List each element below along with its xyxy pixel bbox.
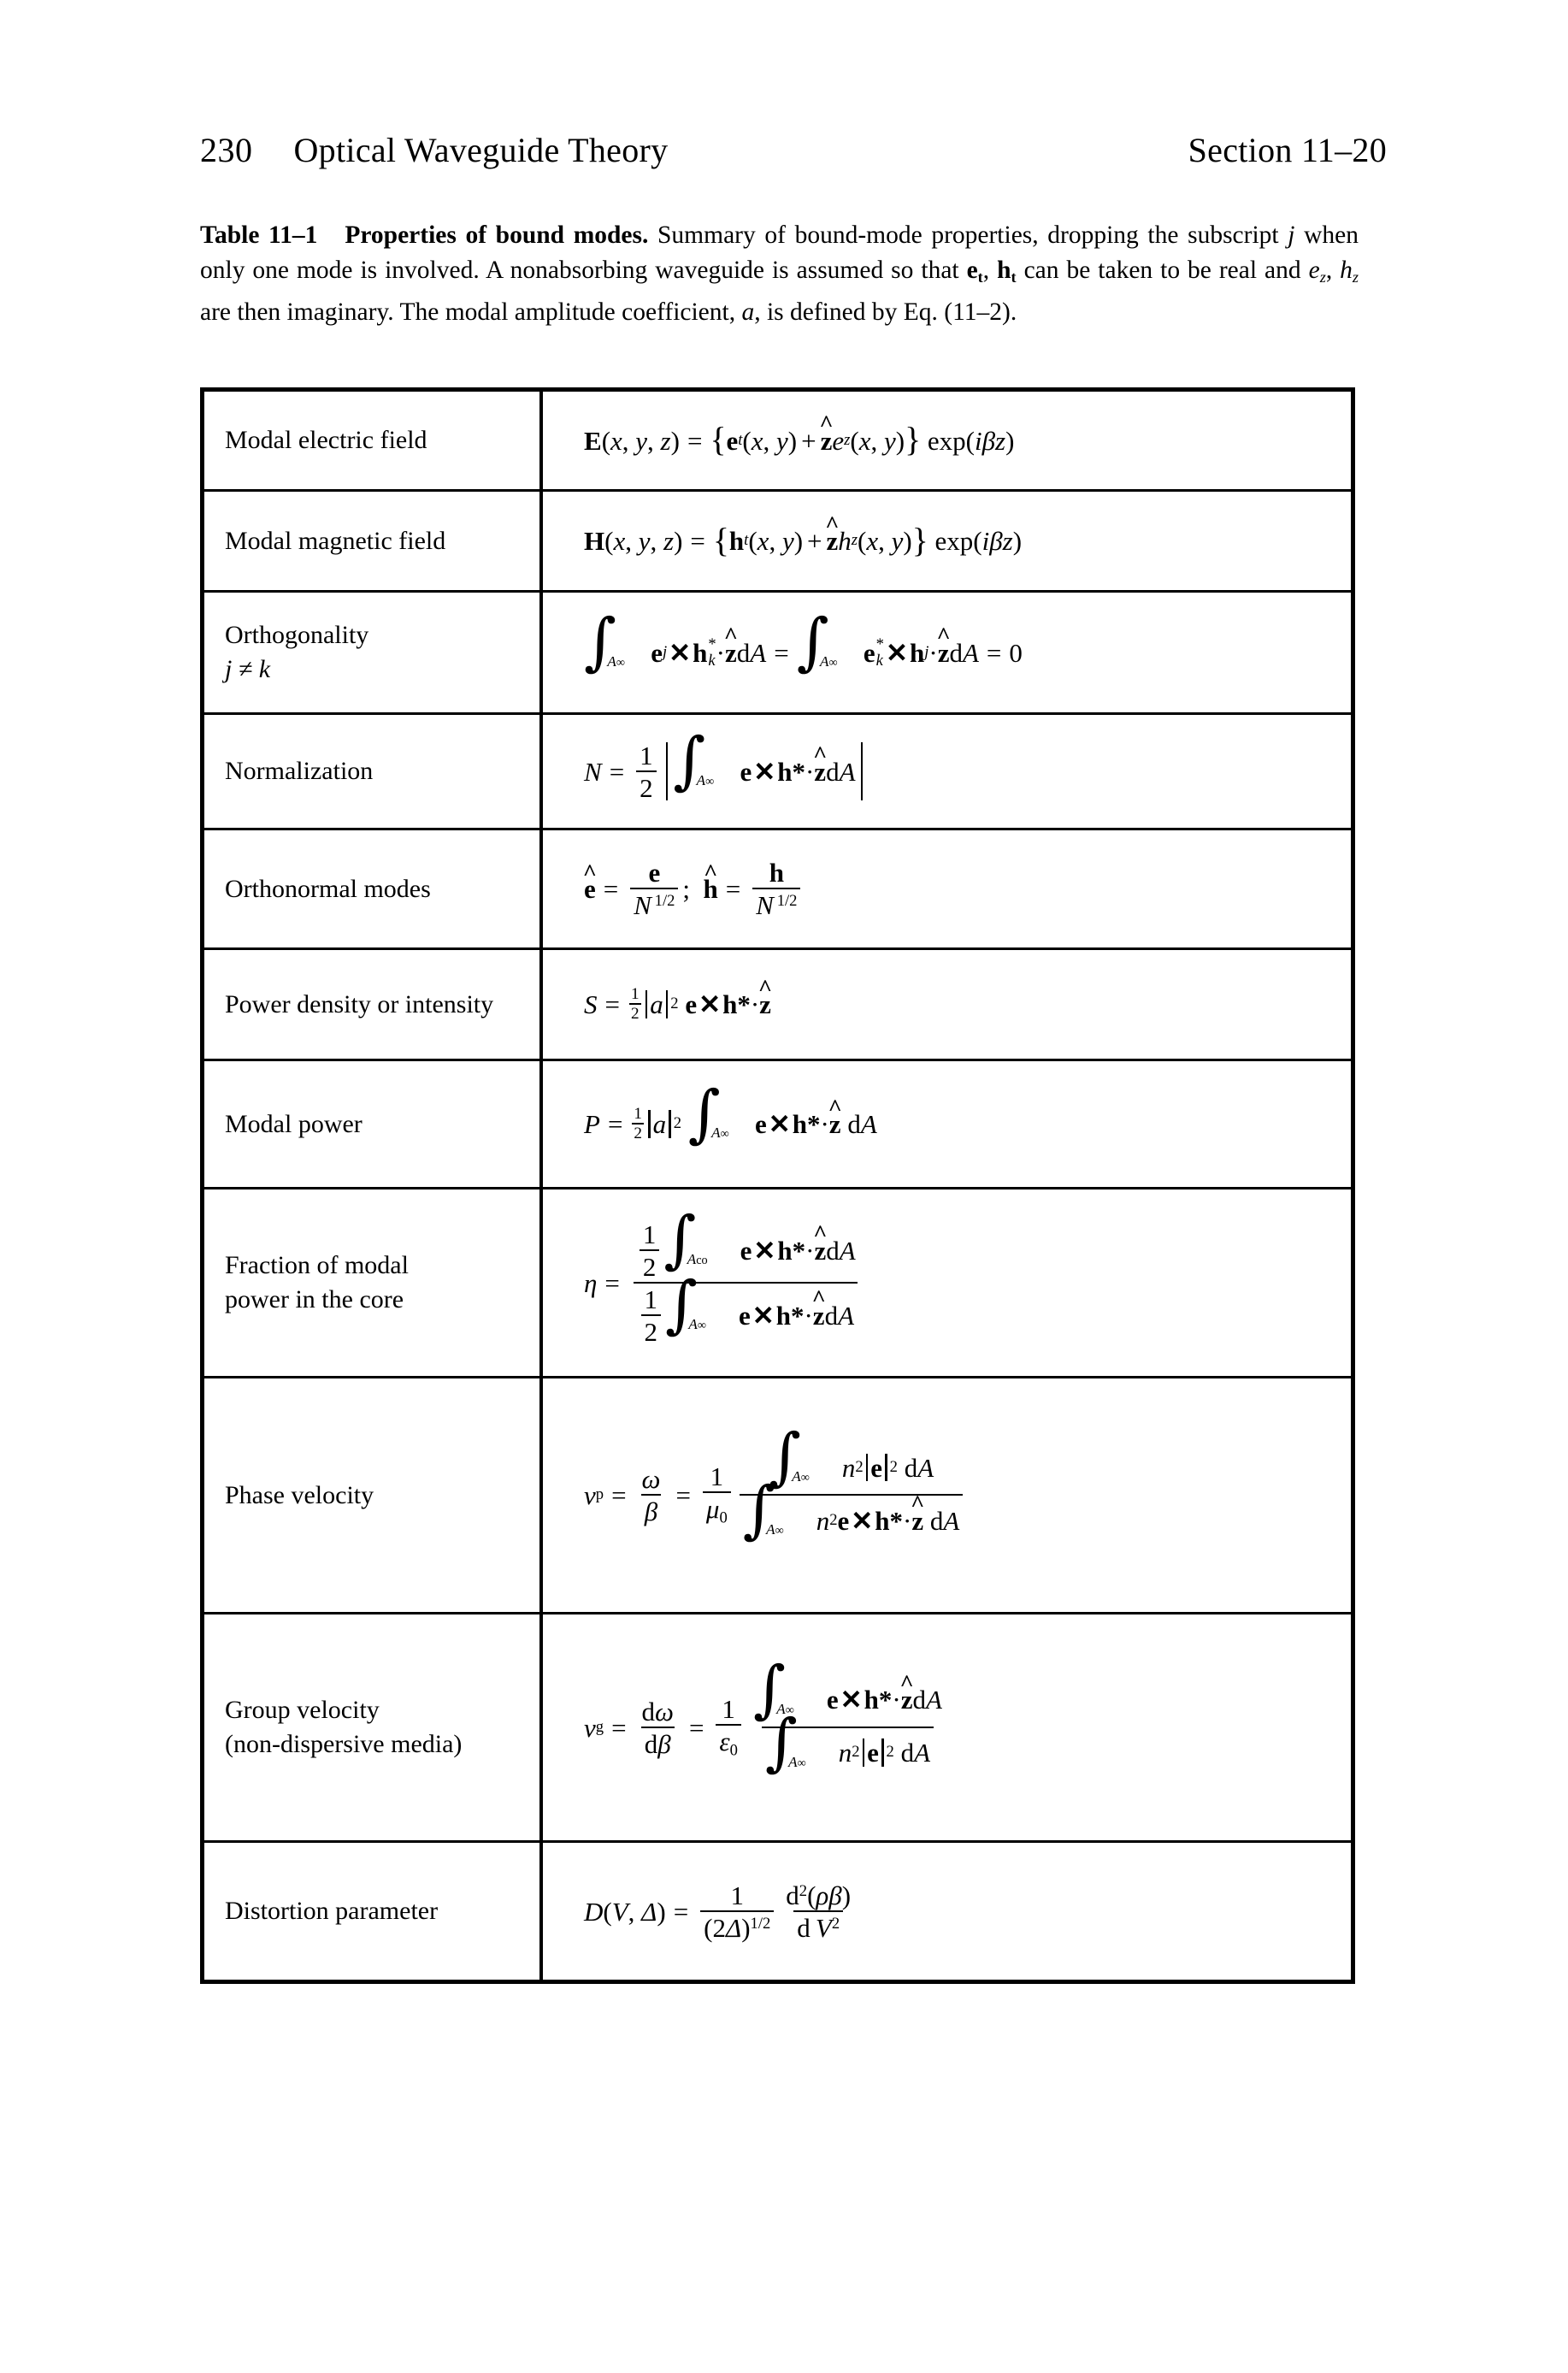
- running-head-left: 230 Optical Waveguide Theory: [200, 130, 668, 170]
- row-formula-cell: ^ e = e N 1/2; ^ h = h N 1/2: [543, 830, 1351, 947]
- caption-comma-2: ,: [1325, 257, 1333, 284]
- row-formula-cell: η = 1 2 ∫ Aco e ✕ h* · ^ z d A 1 2 ∫ A∞ e ✕ h* · ^ z d A: [543, 1189, 1351, 1376]
- row-label-cell: Orthogonality j ≠ k: [204, 593, 543, 712]
- caption-symbol-hz: hz: [1340, 257, 1359, 286]
- row-label: Modal power: [225, 1109, 363, 1138]
- document-page: 230 Optical Waveguide Theory Section 11–…: [0, 0, 1568, 2373]
- formula-modal-magnetic-field: H(x, y, z) ={h t(x, y) + ^ z h z(x, y)} exp(iβz…: [584, 511, 1023, 559]
- page-number: 230: [200, 131, 253, 169]
- row-formula-cell: v p = ω β = 1 μ0 ∫ A∞ n2e2 dA ∫ A∞ n 2 e ✕ h* · ^ z dA: [543, 1378, 1351, 1612]
- row-formula-cell: S = 1 2 a 2 e ✕ h* · ^ z: [543, 950, 1351, 1059]
- row-formula-cell: E(x, y, z) ={e t(x, y) + ^ z e z(x, y)} exp(iβz…: [543, 392, 1351, 489]
- row-label-cell: Modal electric field: [204, 392, 543, 489]
- caption-symbol-ez: ez: [1308, 257, 1326, 286]
- row-label-cell: Modal magnetic field: [204, 492, 543, 590]
- row-label-cell: Distortion parameter: [204, 1843, 543, 1980]
- row-label-line2: (non-dispersive media): [225, 1730, 463, 1758]
- formula-orthonormal-modes: ^ e = e N 1/2; ^ h = h N 1/2: [583, 859, 805, 918]
- table-row: Distortion parameter D(V, Δ) = 1 (2Δ)1/2 d…: [204, 1843, 1351, 1980]
- formula-normalization: N = 1 2 ∫ A∞ e ✕ h* · ^ z d A: [584, 729, 868, 801]
- table-row: Orthonormal modes ^ e = e N 1/2; ^ h = h N 1/2: [204, 830, 1351, 950]
- row-formula-cell: ∫ A∞ e j ✕ h * k · ^ z d A = ∫ A∞ e * k ✕ h j · ^ z d A = 0: [543, 593, 1351, 712]
- section-reference: Section 11–20: [1188, 131, 1387, 169]
- formula-modal-power: P = 1 2 a 2 ∫ A∞ e ✕ h* · ^ z dA: [584, 1077, 877, 1150]
- row-label-cell: Normalization: [204, 715, 543, 828]
- caption-text-1: Summary of bound-mode properties, droppi…: [657, 221, 1279, 249]
- caption-symbol-ht: ht: [997, 257, 1017, 286]
- row-formula-cell: D(V, Δ) = 1 (2Δ)1/2 d2(ρβ) d V2: [543, 1843, 1351, 1980]
- row-label-line2: power in the core: [225, 1285, 404, 1313]
- table-row: Power density or intensity S = 1 2 a 2 e ✕ h* · ^…: [204, 950, 1351, 1061]
- formula-group-velocity: v g = dω dβ = 1 ε0 ∫ A∞ e ✕ h* · ^ z d A ∫ A∞ n2e2 dA: [584, 1652, 942, 1779]
- row-label: Power density or intensity: [225, 989, 494, 1018]
- row-label-cell: Orthonormal modes: [204, 830, 543, 947]
- row-label-cell: Fraction of modal power in the core: [204, 1189, 543, 1376]
- row-label-line2: j ≠ k: [225, 655, 271, 683]
- row-label: Orthogonality: [225, 621, 369, 649]
- table-row: Group velocity (non-dispersive media) vg…: [204, 1614, 1351, 1843]
- row-label: Normalization: [225, 757, 374, 785]
- row-formula-cell: N = 1 2 ∫ A∞ e ✕ h* · ^ z d A: [543, 715, 1351, 828]
- row-label-cell: Phase velocity: [204, 1378, 543, 1612]
- caption-table-title: Properties of bound modes.: [345, 221, 649, 249]
- book-title: Optical Waveguide Theory: [293, 131, 669, 169]
- row-label-cell: Group velocity (non-dispersive media): [204, 1614, 543, 1840]
- caption-text-3: can be taken to be real and: [1023, 257, 1301, 284]
- running-head: 230 Optical Waveguide Theory Section 11–…: [200, 130, 1397, 170]
- caption-italic-a: a: [741, 298, 755, 327]
- row-formula-cell: P = 1 2 a 2 ∫ A∞ e ✕ h* · ^ z dA: [543, 1061, 1351, 1187]
- row-label: Modal magnetic field: [225, 526, 446, 555]
- row-label-cell: Power density or intensity: [204, 950, 543, 1059]
- caption-italic-j: j: [1288, 221, 1295, 249]
- table-row: Orthogonality j ≠ k ∫ A∞ e j ✕ h * k · ^ z d A = ∫ A∞ …: [204, 593, 1351, 715]
- row-formula-cell: H(x, y, z) ={h t(x, y) + ^ z h z(x, y)} exp(iβz…: [543, 492, 1351, 590]
- formula-modal-electric-field: E(x, y, z) ={e t(x, y) + ^ z e z(x, y)} exp(iβz…: [584, 410, 1015, 459]
- row-label: Modal electric field: [225, 426, 427, 454]
- formula-power-density: S = 1 2 a 2 e ✕ h* · ^ z: [584, 974, 773, 1023]
- formula-orthogonality: ∫ A∞ e j ✕ h * k · ^ z d A = ∫ A∞ e * k ✕ h j · ^ z d A = 0: [584, 605, 1023, 679]
- formula-distortion-parameter: D(V, Δ) = 1 (2Δ)1/2 d2(ρβ) d V2: [584, 1880, 852, 1943]
- table-row: Modal magnetic field H(x, y, z) ={h t(x, y…: [204, 492, 1351, 593]
- row-label: Phase velocity: [225, 1480, 374, 1509]
- table-row: Fraction of modal power in the core η = 1…: [204, 1189, 1351, 1378]
- formula-fraction-modal-power: η = 1 2 ∫ Aco e ✕ h* · ^ z d A 1 2 ∫ A∞ e ✕ h* · ^ z d A: [584, 1208, 864, 1345]
- formula-phase-velocity: v p = ω β = 1 μ0 ∫ A∞ n2e2 dA ∫ A∞ n 2 e ✕ h* · ^ z dA: [584, 1426, 967, 1545]
- row-label: Group velocity: [225, 1696, 380, 1724]
- table-row: Modal power P = 1 2 a 2 ∫ A∞ e ✕ h* · ^ z dA: [204, 1061, 1351, 1189]
- table-row: Phase velocity v p = ω β = 1 μ0 ∫ A∞ n2e2 dA ∫ A∞…: [204, 1378, 1351, 1614]
- row-label: Distortion parameter: [225, 1897, 439, 1925]
- row-label: Orthonormal modes: [225, 874, 431, 903]
- table-caption: Table 11–1 Properties of bound modes. Su…: [200, 218, 1359, 330]
- caption-text-4: are then imaginary. The modal amplitude …: [200, 298, 736, 327]
- caption-comma-1: ,: [982, 257, 990, 284]
- caption-table-number: Table 11–1: [200, 221, 318, 249]
- table-row: Normalization N = 1 2 ∫ A∞ e ✕ h* · ^ z d A: [204, 715, 1351, 830]
- caption-symbol-et: et: [966, 257, 983, 286]
- row-formula-cell: v g = dω dβ = 1 ε0 ∫ A∞ e ✕ h* · ^ z d A ∫ A∞ n2e2 dA: [543, 1614, 1351, 1840]
- caption-text-5: , is defined by Eq. (11–2).: [754, 298, 1017, 327]
- row-label-cell: Modal power: [204, 1061, 543, 1187]
- row-label: Fraction of modal: [225, 1251, 409, 1279]
- table-row: Modal electric field E(x, y, z) ={e t(x, y…: [204, 392, 1351, 492]
- properties-of-bound-modes-table: Modal electric field E(x, y, z) ={e t(x, y…: [200, 387, 1355, 1984]
